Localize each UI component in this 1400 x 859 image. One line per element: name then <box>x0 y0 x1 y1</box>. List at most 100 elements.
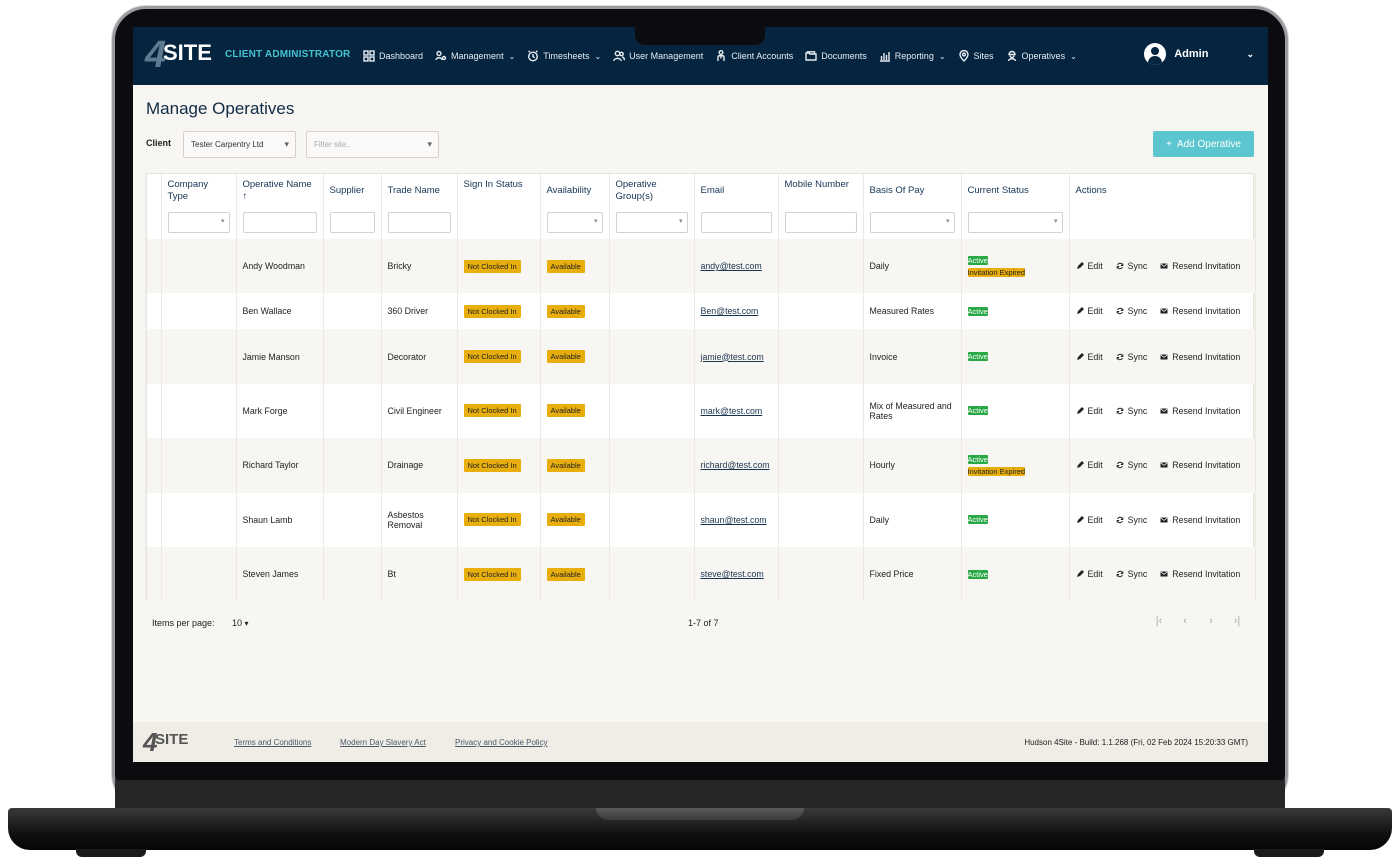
column-header-availability[interactable]: Availability <box>540 174 610 239</box>
sync-button[interactable]: Sync <box>1116 569 1147 579</box>
column-header-operative-name[interactable]: Operative Name ↑ <box>236 174 324 239</box>
nav-client-accounts[interactable]: Client Accounts <box>715 50 793 62</box>
terms-link[interactable]: Terms and Conditions <box>234 738 311 747</box>
client-label: Client <box>146 138 172 148</box>
pagination-controls: |‹ ‹ › ›| <box>1153 615 1243 627</box>
sign-in-status-badge: Not Clocked In <box>463 513 521 527</box>
next-page-button[interactable]: › <box>1205 615 1217 627</box>
sync-button[interactable]: Sync <box>1116 352 1147 362</box>
footer: 4 SITE Terms and Conditions Modern Day S… <box>133 722 1268 762</box>
current-status-filter[interactable] <box>967 212 1063 233</box>
resend-invitation-button[interactable]: Resend Invitation <box>1160 515 1240 525</box>
email-link[interactable]: richard@test.com <box>701 460 770 470</box>
chevron-down-icon: ⌄ <box>594 51 602 61</box>
edit-button[interactable]: Edit <box>1076 515 1103 525</box>
slavery-act-link[interactable]: Modern Day Slavery Act <box>340 738 426 747</box>
nav-sites[interactable]: Sites <box>958 50 994 62</box>
resend-invitation-button[interactable]: Resend Invitation <box>1160 261 1240 271</box>
availability-badge: Available <box>546 350 585 364</box>
edit-button[interactable]: Edit <box>1076 352 1103 362</box>
sync-icon <box>1116 407 1123 415</box>
trade-name-cell: Asbestos Removal <box>381 492 458 547</box>
email-link[interactable]: Ben@test.com <box>701 306 759 316</box>
resend-invitation-button[interactable]: Resend Invitation <box>1160 569 1240 579</box>
nav-management[interactable]: Management ⌄ <box>435 50 515 62</box>
current-status-badge: Invitation Expired <box>967 267 1026 277</box>
resend-invitation-button[interactable]: Resend Invitation <box>1160 460 1240 470</box>
availability-filter[interactable] <box>546 212 603 233</box>
table-row[interactable]: Shaun Lamb Asbestos Removal Not Clocked … <box>147 492 1256 547</box>
privacy-policy-link[interactable]: Privacy and Cookie Policy <box>455 738 547 747</box>
user-menu[interactable]: Admin ⌄ <box>1144 43 1254 65</box>
email-link[interactable]: shaun@test.com <box>701 515 767 525</box>
nav-documents[interactable]: Documents <box>805 50 867 62</box>
table-row[interactable]: Richard Taylor Drainage Not Clocked In A… <box>147 438 1256 493</box>
operative-name-filter[interactable] <box>242 212 317 233</box>
table-row[interactable]: Ben Wallace 360 Driver Not Clocked In Av… <box>147 293 1256 330</box>
sync-button[interactable]: Sync <box>1116 406 1147 416</box>
sync-button[interactable]: Sync <box>1116 460 1147 470</box>
sync-button[interactable]: Sync <box>1116 261 1147 271</box>
edit-label: Edit <box>1087 514 1103 525</box>
email-link[interactable]: mark@test.com <box>701 406 763 416</box>
edit-button[interactable]: Edit <box>1076 460 1103 470</box>
previous-page-button[interactable]: ‹ <box>1179 615 1191 627</box>
actions-cell: Edit Sync Resend Invitation <box>1069 329 1256 384</box>
column-header-current-status[interactable]: Current Status <box>961 174 1070 239</box>
nav-timesheets[interactable]: Timesheets ⌄ <box>527 50 601 62</box>
site-filter-select[interactable]: Filter site.. <box>306 131 439 158</box>
availability-cell: Available <box>540 438 610 493</box>
column-header-basis-of-pay[interactable]: Basis Of Pay <box>863 174 962 239</box>
column-header-mobile-number[interactable]: Mobile Number <box>778 174 864 239</box>
edit-button[interactable]: Edit <box>1076 261 1103 271</box>
table-row[interactable]: Andy Woodman Bricky Not Clocked In Avail… <box>147 239 1256 294</box>
sync-button[interactable]: Sync <box>1116 515 1147 525</box>
sync-button[interactable]: Sync <box>1116 306 1147 316</box>
email-link[interactable]: jamie@test.com <box>701 352 764 362</box>
add-operative-button[interactable]: + Add Operative <box>1153 131 1254 157</box>
column-header-company-type[interactable]: Company Type <box>161 174 237 239</box>
email-link[interactable]: andy@test.com <box>701 261 762 271</box>
resend-invitation-button[interactable]: Resend Invitation <box>1160 352 1240 362</box>
edit-button[interactable]: Edit <box>1076 406 1103 416</box>
column-header-trade-name[interactable]: Trade Name <box>381 174 458 239</box>
operative-groups-filter[interactable] <box>615 212 688 233</box>
first-page-button[interactable]: |‹ <box>1153 615 1165 627</box>
items-per-page-select[interactable]: 10 ▾ <box>232 618 249 628</box>
company-type-filter[interactable] <box>167 212 230 233</box>
mobile-number-filter[interactable] <box>784 212 857 233</box>
nav-reporting[interactable]: Reporting ⌄ <box>879 50 946 62</box>
header-label: Operative Group(s) <box>615 179 657 202</box>
edit-button[interactable]: Edit <box>1076 569 1103 579</box>
column-header-supplier[interactable]: Supplier <box>323 174 382 239</box>
nav-operatives[interactable]: Operatives ⌄ <box>1006 50 1077 62</box>
availability-badge: Available <box>546 458 585 472</box>
worker-icon <box>1007 50 1016 62</box>
basis-of-pay-cell: Measured Rates <box>863 293 962 330</box>
column-header-email[interactable]: Email <box>694 174 779 239</box>
client-select[interactable]: Tester Carpentry Ltd <box>183 131 296 158</box>
basis-of-pay-filter[interactable] <box>869 212 955 233</box>
row-actions: Edit Sync Resend Invitation <box>1076 406 1249 416</box>
logo[interactable]: 4 SITE <box>145 36 215 74</box>
table-row[interactable]: Mark Forge Civil Engineer Not Clocked In… <box>147 383 1256 439</box>
footer-logo: 4 SITE <box>143 729 203 755</box>
avatar-icon <box>1144 43 1167 65</box>
edit-button[interactable]: Edit <box>1076 306 1103 316</box>
column-header-sign-in-status[interactable]: Sign In Status <box>457 174 541 239</box>
table-row[interactable]: Jamie Manson Decorator Not Clocked In Av… <box>147 329 1256 384</box>
trade-name-filter[interactable] <box>387 212 451 233</box>
resend-invitation-button[interactable]: Resend Invitation <box>1160 306 1240 316</box>
last-page-button[interactable]: ›| <box>1231 615 1243 627</box>
supplier-cell <box>323 438 382 493</box>
user-name: Admin <box>1174 48 1209 60</box>
email-filter[interactable] <box>700 212 772 233</box>
column-header-operative-groups[interactable]: Operative Group(s) <box>609 174 695 239</box>
current-status-cell: Active <box>961 383 1070 439</box>
nav-dashboard[interactable]: Dashboard <box>363 50 423 62</box>
supplier-filter[interactable] <box>329 212 375 233</box>
resend-invitation-button[interactable]: Resend Invitation <box>1160 406 1240 416</box>
nav-user-management[interactable]: User Management <box>613 50 703 62</box>
email-link[interactable]: steve@test.com <box>701 569 764 579</box>
table-row[interactable]: Steven James Bt Not Clocked In Available… <box>147 546 1256 602</box>
